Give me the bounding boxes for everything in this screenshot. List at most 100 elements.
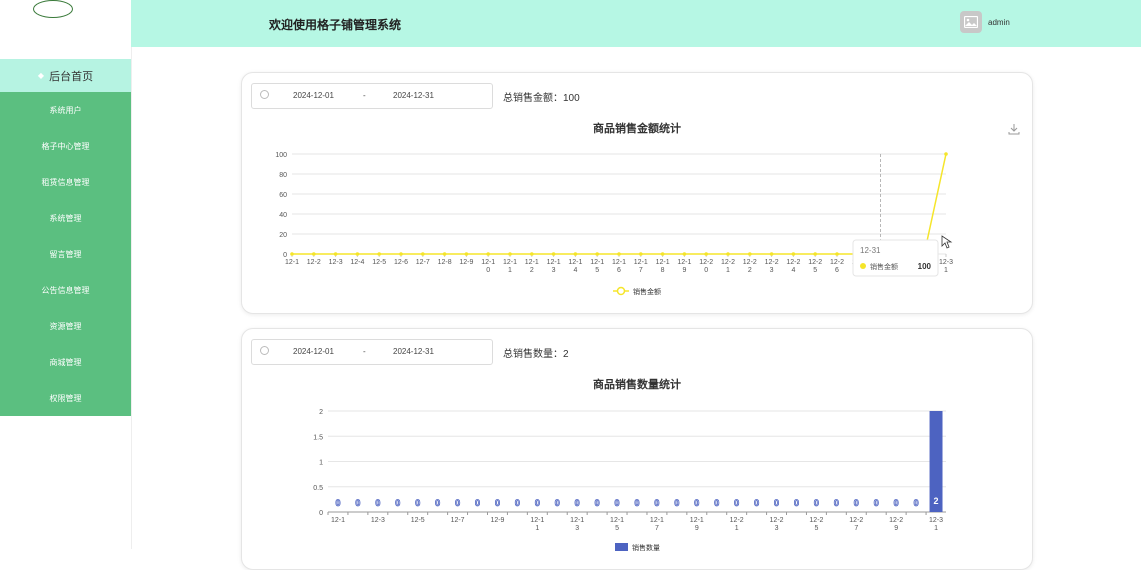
sidebar-item-home[interactable]: ◆ 后台首页 — [0, 59, 131, 92]
x-tick-label: 12-8 — [438, 259, 452, 266]
top-header: 欢迎使用格子铺管理系统 admin — [131, 0, 1141, 47]
sidebar-item-permissions[interactable]: 权限管理 — [0, 380, 131, 416]
sidebar-item-mall[interactable]: 商城管理 — [0, 344, 131, 380]
data-label: 0 — [814, 498, 819, 508]
y-tick-label: 0.5 — [313, 485, 323, 492]
x-tick-label: 12-1 9 — [677, 259, 691, 274]
x-tick-label: 12-5 — [372, 259, 386, 266]
y-tick-label: 0 — [283, 252, 287, 259]
data-point — [639, 252, 643, 256]
x-tick-label: 12-1 1 — [530, 517, 544, 532]
x-tick-label: 12-1 8 — [656, 259, 670, 274]
x-tick-label: 12-1 9 — [690, 517, 704, 532]
data-point — [660, 252, 665, 256]
x-tick-label: 12-2 3 — [770, 517, 784, 532]
data-point — [617, 252, 621, 256]
x-tick-label: 12-1 — [285, 259, 299, 266]
sidebar-item-grid-center[interactable]: 格子中心管理 — [0, 128, 131, 164]
data-point — [290, 252, 294, 256]
data-label: 0 — [894, 498, 899, 508]
x-tick-label: 12-7 — [416, 259, 430, 266]
data-point — [857, 252, 861, 256]
x-tick-label: 12-2 2 — [743, 259, 757, 274]
sidebar-item-label: 租赁信息管理 — [41, 177, 90, 187]
sidebar-item-resources[interactable]: 资源管理 — [0, 308, 131, 344]
x-tick-label: 12-2 1 — [721, 259, 735, 274]
data-point — [769, 252, 774, 256]
sidebar-item-announcements[interactable]: 公告信息管理 — [0, 272, 131, 308]
x-tick-label: 12-2 3 — [765, 259, 779, 274]
y-tick-label: 1 — [319, 460, 323, 467]
sidebar-item-label: 系统用户 — [49, 105, 82, 115]
data-point — [595, 252, 599, 256]
data-label: 0 — [734, 498, 739, 508]
data-label: 0 — [475, 498, 480, 508]
x-tick-label: 12-3 — [329, 259, 343, 266]
end-date-input[interactable]: 2024-12-31 — [393, 91, 434, 100]
y-tick-label: 0 — [319, 510, 323, 517]
sidebar-menu: 系统用户 格子中心管理 租赁信息管理 系统管理 留言管理 公告信息管理 资源管理… — [0, 92, 131, 416]
username[interactable]: admin — [988, 18, 1010, 27]
data-label: 0 — [615, 498, 620, 508]
data-point — [333, 252, 338, 256]
data-point — [399, 252, 403, 256]
x-tick-label: 12-1 3 — [547, 259, 561, 274]
data-label: 0 — [834, 498, 839, 508]
data-label: 0 — [515, 498, 520, 508]
x-tick-label: 12-2 9 — [889, 517, 903, 532]
download-icon[interactable] — [1008, 123, 1020, 135]
end-date-input[interactable]: 2024-12-31 — [393, 347, 434, 356]
y-tick-label: 2 — [319, 409, 323, 416]
data-label: 0 — [595, 498, 600, 508]
start-date-input[interactable]: 2024-12-01 — [293, 91, 334, 100]
x-tick-label: 12-2 9 — [895, 259, 909, 274]
data-label: 0 — [335, 498, 340, 508]
data-point — [835, 252, 839, 256]
data-label: 0 — [694, 498, 699, 508]
sidebar-item-rental-info[interactable]: 租赁信息管理 — [0, 164, 131, 200]
data-label: 0 — [455, 498, 460, 508]
sidebar-item-system-users[interactable]: 系统用户 — [0, 92, 131, 128]
x-tick-label: 12-2 7 — [849, 517, 863, 532]
x-tick-label: 12-6 — [394, 259, 408, 266]
x-tick-label: 12-3 — [371, 517, 385, 524]
data-point — [726, 252, 730, 256]
total-sales-count: 总销售数量：2 — [503, 349, 569, 360]
x-tick-label: 12-9 — [490, 517, 504, 524]
sidebar-item-label: 格子中心管理 — [41, 141, 90, 151]
image-icon — [964, 16, 978, 28]
home-icon: ◆ — [37, 71, 45, 80]
legend-marker — [615, 543, 628, 551]
data-point — [355, 252, 360, 256]
clock-icon — [260, 346, 269, 355]
data-point — [464, 252, 469, 256]
data-point — [791, 252, 796, 256]
x-tick-label: 12-3 1 — [939, 259, 953, 274]
x-tick-label: 12-5 — [411, 517, 425, 524]
sidebar-item-messages[interactable]: 留言管理 — [0, 236, 131, 272]
sales-count-card: 2024-12-01 - 2024-12-31 总销售数量：2 商品销售数量统计… — [241, 328, 1033, 570]
data-label: 0 — [654, 498, 659, 508]
start-date-input[interactable]: 2024-12-01 — [293, 347, 334, 356]
sidebar-item-system-management[interactable]: 系统管理 — [0, 200, 131, 236]
avatar[interactable] — [960, 11, 982, 33]
data-label: 0 — [774, 498, 779, 508]
date-range-picker[interactable]: 2024-12-01 - 2024-12-31 — [251, 83, 493, 109]
sidebar-item-label: 权限管理 — [49, 393, 82, 403]
data-label: 0 — [874, 498, 879, 508]
x-tick-label: 12-4 — [350, 259, 364, 266]
data-label: 0 — [754, 498, 759, 508]
tooltip-value: 100 — [918, 262, 932, 271]
data-point — [377, 252, 381, 256]
x-tick-label: 12-1 7 — [634, 259, 648, 274]
data-label: 0 — [714, 498, 719, 508]
data-point — [508, 252, 512, 256]
data-label: 0 — [355, 498, 360, 508]
date-range-picker[interactable]: 2024-12-01 - 2024-12-31 — [251, 339, 493, 365]
legend-label: 销售金额 — [633, 287, 661, 296]
data-point — [551, 252, 556, 256]
sidebar-home-label: 后台首页 — [49, 70, 94, 83]
clock-icon — [260, 90, 269, 99]
data-point — [944, 152, 948, 156]
x-tick-label: 12-1 2 — [525, 259, 539, 274]
